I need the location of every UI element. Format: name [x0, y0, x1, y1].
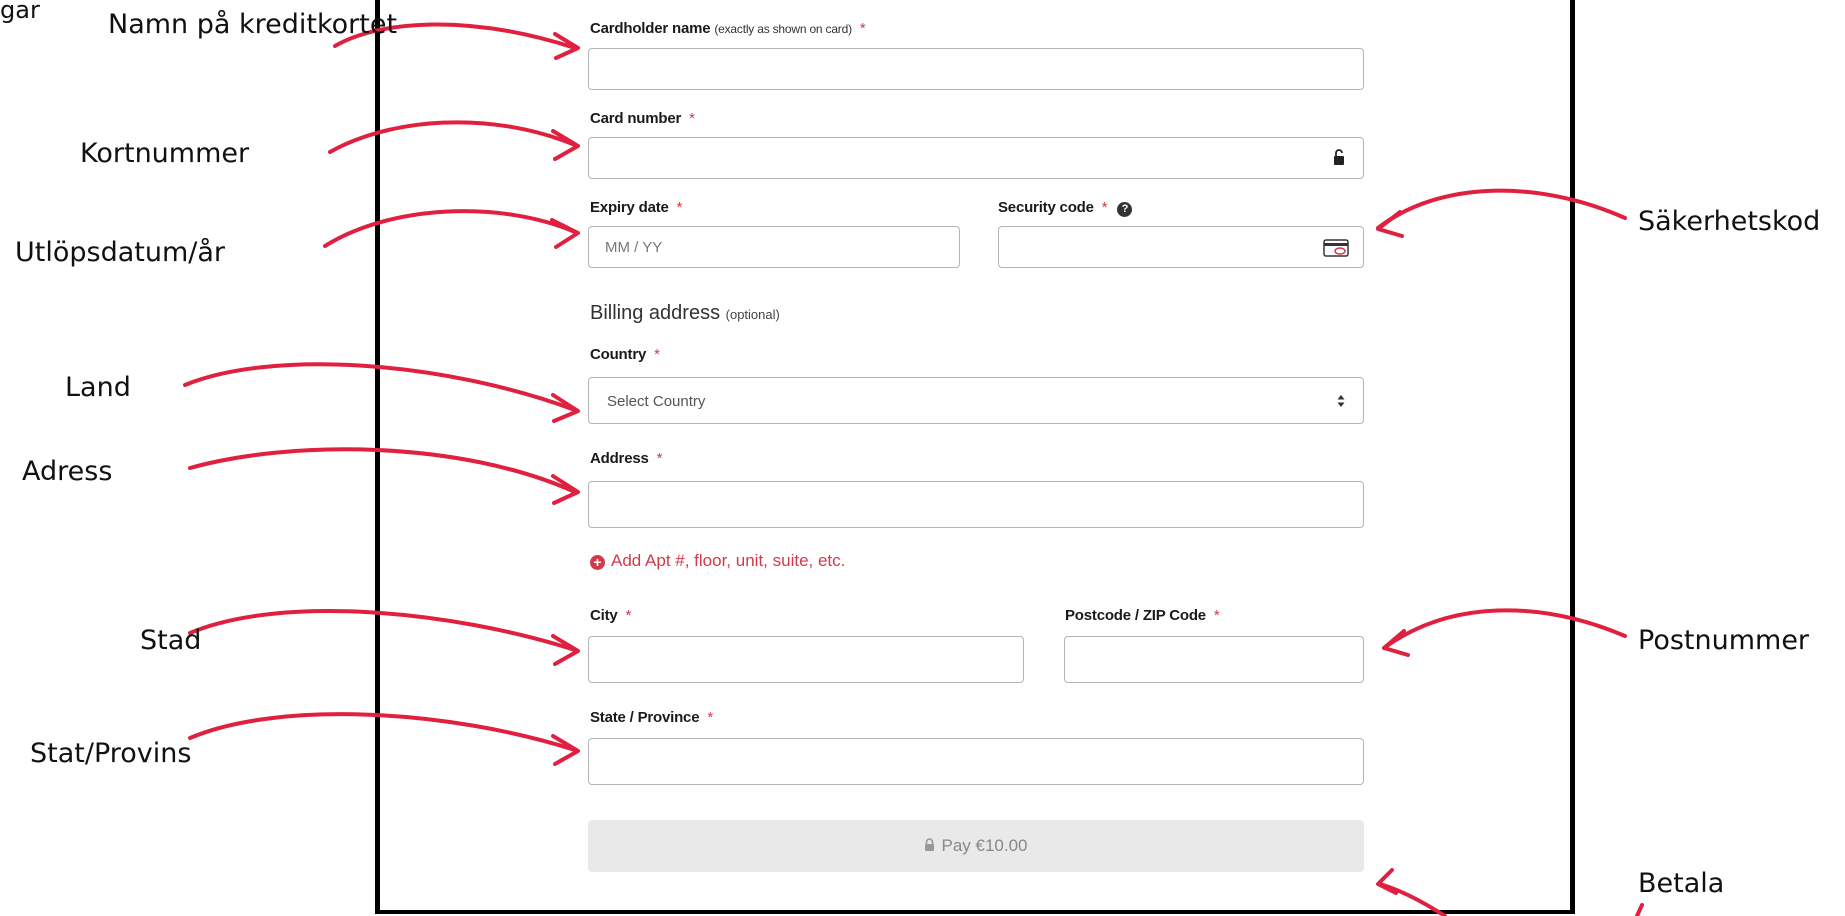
annotation-postcode: Postnummer	[1638, 625, 1810, 656]
annotation-country: Land	[65, 372, 131, 403]
arrowhead-pay	[1376, 868, 1398, 895]
annotation-card-number: Kortnummer	[80, 138, 250, 169]
arrowhead-state	[551, 734, 580, 766]
annotation-fragment: gar	[0, 0, 40, 24]
arrow-country	[183, 362, 577, 412]
annotation-address: Adress	[22, 456, 113, 487]
arrowhead-card-number	[551, 129, 580, 161]
arrow-expiry	[323, 209, 577, 248]
arrow-security-code	[1376, 188, 1627, 230]
arrow-pay-tail	[1635, 903, 1644, 916]
annotation-state: Stat/Provins	[30, 738, 192, 769]
annotation-expiry: Utlöpsdatum/år	[15, 237, 226, 268]
arrowhead-security-code	[1376, 210, 1404, 238]
arrowhead-city	[551, 634, 580, 666]
annotation-pay: Betala	[1638, 868, 1725, 899]
annotation-security-code: Säkerhetskod	[1638, 206, 1821, 237]
arrow-city	[188, 609, 577, 652]
arrow-postcode	[1382, 608, 1627, 650]
arrow-state	[188, 712, 577, 752]
annotation-cardholder: Namn på kreditkortet	[108, 9, 398, 40]
arrowhead-expiry	[550, 218, 580, 249]
arrow-address	[188, 447, 577, 494]
annotation-arrows	[183, 22, 1644, 916]
arrow-card-number	[328, 120, 577, 154]
annotation-city: Stad	[140, 625, 202, 656]
